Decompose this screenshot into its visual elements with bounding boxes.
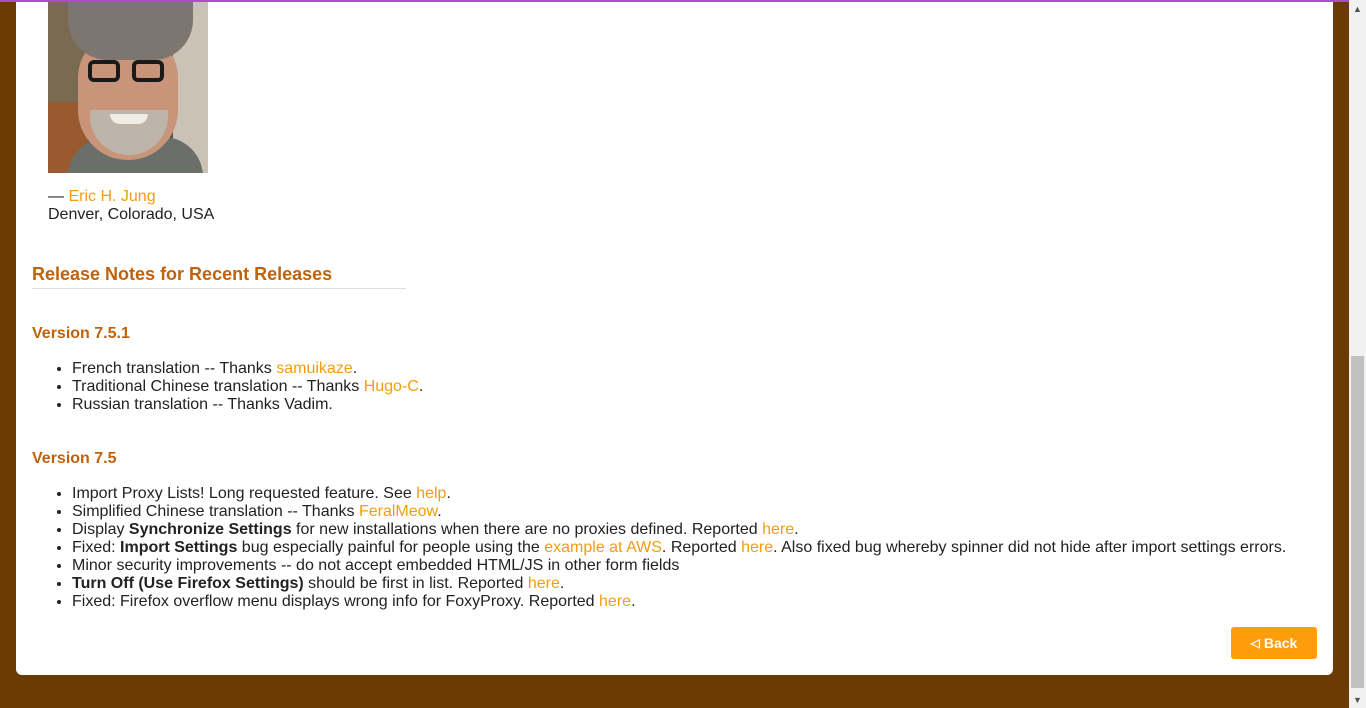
aws-example-link[interactable]: example at AWS bbox=[544, 539, 662, 556]
version-heading: Version 7.5 bbox=[32, 450, 117, 467]
list-item: Minor security improvements -- do not ac… bbox=[72, 557, 1286, 575]
back-arrow-icon: ◁ bbox=[1250, 636, 1260, 650]
author-photo bbox=[48, 2, 208, 173]
list-item: Display Synchronize Settings for new ins… bbox=[72, 521, 1286, 539]
list-item: French translation -- Thanks samuikaze. bbox=[72, 360, 423, 378]
version-heading: Version 7.5.1 bbox=[32, 325, 130, 342]
contributor-link[interactable]: Hugo-C bbox=[364, 378, 419, 395]
reported-here-link[interactable]: here bbox=[528, 575, 560, 592]
back-button-label: Back bbox=[1263, 635, 1298, 651]
scrollbar-thumb[interactable] bbox=[1351, 356, 1364, 688]
list-item: Traditional Chinese translation -- Thank… bbox=[72, 378, 423, 396]
list-item: Fixed: Firefox overflow menu displays wr… bbox=[72, 593, 1286, 611]
list-item: Russian translation -- Thanks Vadim. bbox=[72, 396, 423, 414]
reported-here-link[interactable]: here bbox=[741, 539, 773, 556]
release-notes-list: French translation -- Thanks samuikaze. … bbox=[32, 360, 423, 414]
list-item: Simplified Chinese translation -- Thanks… bbox=[72, 503, 1286, 521]
help-link[interactable]: help bbox=[416, 485, 446, 502]
release-notes-heading: Release Notes for Recent Releases bbox=[32, 264, 406, 289]
back-button[interactable]: ◁ Back bbox=[1231, 627, 1317, 659]
release-notes-list: Import Proxy Lists! Long requested featu… bbox=[32, 485, 1286, 611]
list-item: Fixed: Import Settings bug especially pa… bbox=[72, 539, 1286, 557]
signature-dash: — bbox=[48, 188, 69, 205]
vertical-scrollbar[interactable]: ▲ ▼ bbox=[1349, 0, 1366, 708]
contributor-link[interactable]: FeralMeow bbox=[359, 503, 437, 520]
author-location: Denver, Colorado, USA bbox=[48, 206, 215, 223]
author-name-link[interactable]: Eric H. Jung bbox=[68, 188, 155, 205]
list-item: Import Proxy Lists! Long requested featu… bbox=[72, 485, 1286, 503]
reported-here-link[interactable]: here bbox=[762, 521, 794, 538]
scroll-up-icon[interactable]: ▲ bbox=[1349, 0, 1366, 17]
reported-here-link[interactable]: here bbox=[599, 593, 631, 610]
list-item: Turn Off (Use Firefox Settings) should b… bbox=[72, 575, 1286, 593]
content-card: — Eric H. Jung Denver, Colorado, USA Rel… bbox=[16, 2, 1333, 675]
scroll-down-icon[interactable]: ▼ bbox=[1349, 691, 1366, 708]
author-signature: — Eric H. Jung Denver, Colorado, USA bbox=[48, 188, 214, 224]
contributor-link[interactable]: samuikaze bbox=[276, 360, 352, 377]
